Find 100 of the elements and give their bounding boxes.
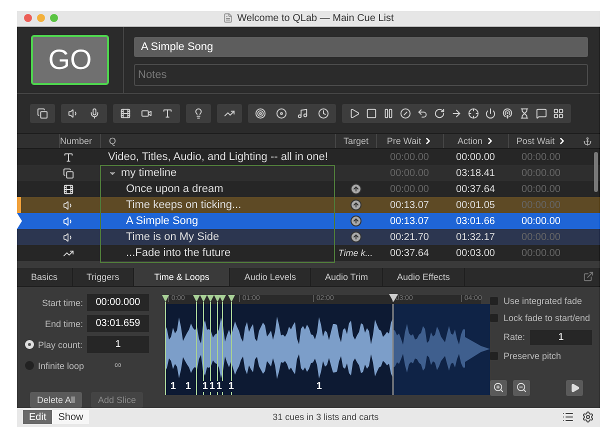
speaker-icon <box>63 216 74 227</box>
zoom-out-button[interactable] <box>513 380 530 396</box>
mode-toggle[interactable]: Edit <box>23 410 52 424</box>
arrow-up-circle-icon[interactable] <box>350 215 362 228</box>
checkbox[interactable] <box>490 297 498 306</box>
radio-button[interactable] <box>25 361 34 370</box>
checkbox-label: Use integrated fade <box>503 296 582 306</box>
action-time: 00:37.64 <box>456 184 495 195</box>
speaker-icon[interactable] <box>68 108 79 119</box>
play-icon <box>570 382 580 393</box>
zoom-in-button[interactable] <box>490 380 508 396</box>
delete-all-button[interactable]: Delete All <box>30 392 82 408</box>
action-time: 01:32.17 <box>456 232 495 243</box>
lightbulb-icon[interactable] <box>193 108 204 119</box>
camera-icon[interactable] <box>141 108 152 119</box>
cue-row[interactable]: my timeline 00:00.00 03:18.41 00:00.00 <box>17 165 600 182</box>
redo-icon[interactable] <box>434 108 445 119</box>
infinity-symbol: ∞ <box>113 360 123 372</box>
column-header[interactable]: Action <box>457 136 482 146</box>
music-note-icon[interactable] <box>297 108 308 119</box>
pre-wait-time: 00:00.00 <box>390 184 429 195</box>
notes-field[interactable]: Notes <box>134 64 588 86</box>
inspector-tab[interactable]: Time & Loops <box>134 268 230 286</box>
stop-icon[interactable] <box>366 108 377 119</box>
checkbox[interactable] <box>490 314 498 322</box>
slice-count: 1 <box>184 380 192 392</box>
end-time-field[interactable]: 03:01.659 <box>87 315 149 332</box>
cue-name: Time is on My Side <box>126 231 220 244</box>
pre-wait-time: 00:00.00 <box>390 152 429 163</box>
play-icon[interactable] <box>349 108 360 119</box>
cue-name: Once upon a dream <box>126 183 224 196</box>
mode-toggle[interactable]: Show <box>52 410 90 424</box>
arrow-up-circle-icon[interactable] <box>350 183 362 196</box>
stack-icon <box>63 168 74 179</box>
slice-marker[interactable] <box>200 294 208 395</box>
arrow-up-circle-icon[interactable] <box>350 199 362 212</box>
clock-icon[interactable] <box>318 108 329 119</box>
play-button[interactable] <box>566 380 584 396</box>
arrow-up-circle-icon[interactable] <box>350 231 362 244</box>
slice-marker[interactable] <box>193 294 200 395</box>
text-icon[interactable] <box>162 108 173 119</box>
undo-icon[interactable] <box>417 108 428 119</box>
fade-icon[interactable] <box>224 108 235 119</box>
speech-bubble-icon[interactable] <box>536 108 547 119</box>
column-header[interactable]: Target <box>343 136 368 146</box>
go-button[interactable]: GO <box>31 34 109 85</box>
status-text: 31 cues in 3 lists and carts <box>272 412 380 422</box>
slice-marker[interactable] <box>162 294 170 395</box>
slice-count: 1 <box>227 380 235 392</box>
slice-marker[interactable] <box>219 294 226 395</box>
cue-row[interactable]: Time is on My Side 00:21.70 01:32.17 00:00.00 <box>17 229 600 246</box>
slice-count: 1 <box>315 380 323 392</box>
column-header[interactable]: Q <box>109 136 116 146</box>
close-button[interactable] <box>24 14 32 22</box>
post-wait-time: 00:00.00 <box>522 232 560 243</box>
cue-row[interactable]: ...Fade into the future Time k... 00:37.64 00:03.00 00:00.00 <box>17 245 600 262</box>
microphone-icon[interactable] <box>89 108 100 119</box>
checkbox[interactable] <box>490 352 498 360</box>
pop-out-icon[interactable] <box>583 271 594 282</box>
hourglass-icon[interactable] <box>519 108 530 119</box>
field-label: Rate: <box>503 332 525 342</box>
post-wait-time: 00:00.00 <box>522 200 560 211</box>
splitter-handle[interactable] <box>17 261 600 268</box>
grid-icon[interactable] <box>553 108 564 119</box>
pause-icon[interactable] <box>383 108 394 119</box>
pre-wait-time: 00:37.64 <box>390 248 429 259</box>
column-header[interactable]: Post Wait <box>516 136 555 146</box>
cue-row[interactable]: Once upon a dream 00:00.00 00:37.64 00:00.00 <box>17 181 600 198</box>
settings-icon[interactable] <box>582 411 594 424</box>
cue-row[interactable]: Video, Titles, Audio, and Lighting -- all in one! 00:00.00 00:00.00 00:00.00 <box>17 149 600 166</box>
disc-icon[interactable] <box>276 108 287 119</box>
checkbox-label: Preserve pitch <box>503 351 562 362</box>
action-time: 03:01.66 <box>456 216 495 227</box>
pre-wait-time: 00:13.07 <box>390 216 429 227</box>
film-icon[interactable] <box>120 108 131 119</box>
slice-marker[interactable] <box>207 294 214 395</box>
slice-count: 1 <box>169 380 177 392</box>
column-header[interactable]: Number <box>60 136 92 146</box>
speaker-icon <box>63 232 74 243</box>
column-header[interactable]: Pre Wait <box>386 136 422 146</box>
cue-name: my timeline <box>121 167 177 180</box>
slice-marker[interactable] <box>228 294 236 395</box>
slash-circle-icon[interactable] <box>400 108 411 119</box>
action-time: 03:18.41 <box>456 168 495 179</box>
cue-name-field[interactable]: A Simple Song <box>134 36 588 57</box>
cue-row[interactable]: A Simple Song 00:13.07 03:01.66 00:00.00 <box>17 213 600 230</box>
post-wait-time: 00:00.00 <box>522 184 560 195</box>
cue-name: ...Fade into the future <box>126 247 231 260</box>
radio-button[interactable] <box>25 340 34 350</box>
cue-row[interactable]: Time keeps on ticking... 00:13.07 00:01.05 00:00.00 <box>17 197 600 214</box>
target-icon[interactable] <box>255 108 266 119</box>
stack-icon[interactable] <box>37 108 48 119</box>
arrow-right-icon[interactable] <box>451 108 462 119</box>
power-icon[interactable] <box>485 108 496 119</box>
crosshair-icon[interactable] <box>468 108 479 119</box>
play-count-field[interactable]: 1 <box>87 336 149 354</box>
start-time-field[interactable]: 00:00.000 <box>87 294 149 312</box>
broadcast-icon[interactable] <box>502 108 513 119</box>
rate-field[interactable]: 1 <box>530 330 592 345</box>
action-time: 00:03.00 <box>456 248 495 259</box>
